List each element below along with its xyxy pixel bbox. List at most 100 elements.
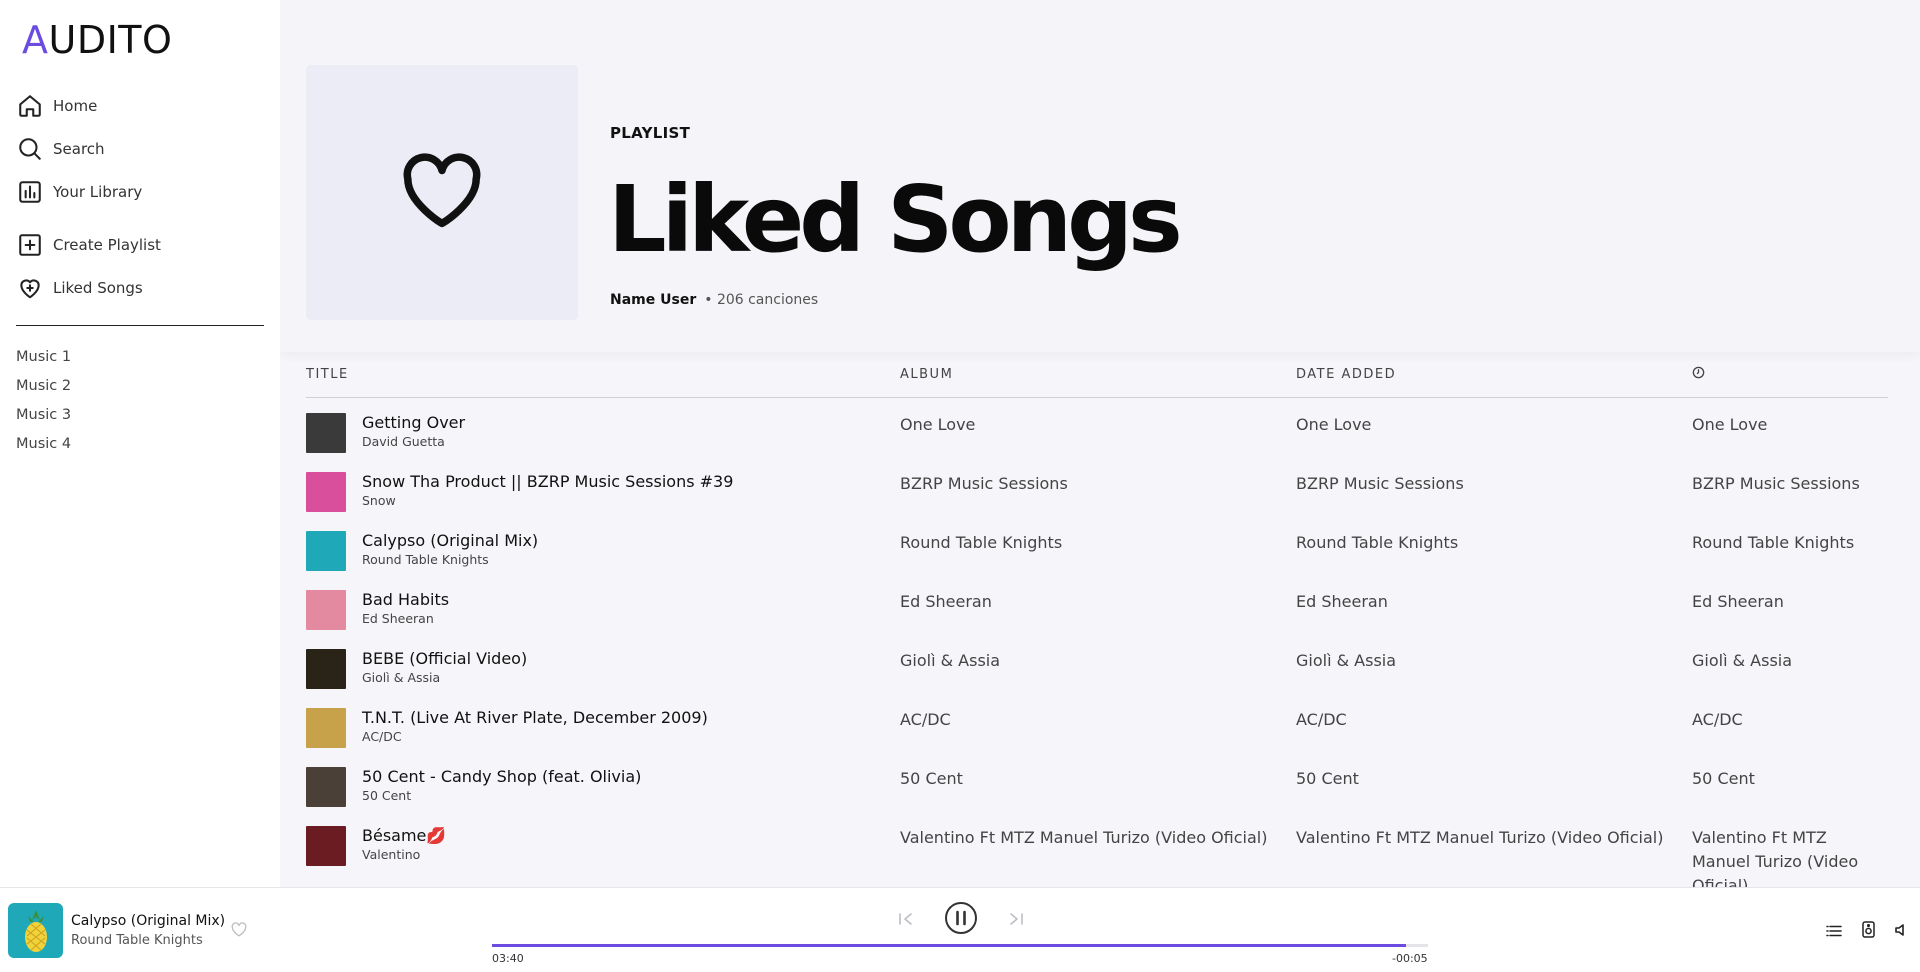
song-duration: Giolì & Assia bbox=[1692, 651, 1793, 670]
device-speaker-icon[interactable] bbox=[1861, 920, 1875, 942]
song-thumbnail[interactable] bbox=[306, 767, 346, 807]
table-row[interactable]: Snow Tha Product || BZRP Music Sessions … bbox=[306, 457, 1888, 516]
song-title-cell: Bad Habits Ed Sheeran bbox=[306, 590, 900, 630]
plus-square-icon bbox=[16, 231, 44, 259]
nav-item-library[interactable]: Your Library bbox=[16, 170, 266, 213]
song-album[interactable]: Valentino Ft MTZ Manuel Turizo (Video Of… bbox=[900, 826, 1296, 850]
song-thumbnail[interactable] bbox=[306, 472, 346, 512]
playlist-item[interactable]: Music 2 bbox=[16, 372, 71, 401]
table-row[interactable]: BEBE (Official Video) Giolì & Assia Giolì … bbox=[306, 634, 1888, 693]
queue-icon[interactable] bbox=[1826, 922, 1842, 941]
song-album[interactable]: Giolì & Assia bbox=[900, 649, 1296, 673]
table-row[interactable]: Calypso (Original Mix) Round Table Knight… bbox=[306, 516, 1888, 575]
nav-item-home[interactable]: Home bbox=[16, 84, 266, 127]
song-album[interactable]: 50 Cent bbox=[900, 767, 1296, 791]
liked-songs-button[interactable]: Liked Songs bbox=[16, 266, 266, 309]
app-logo[interactable]: AUDITO bbox=[22, 18, 172, 62]
song-title-cell: 50 Cent - Candy Shop (feat. Olivia) 50 Ce… bbox=[306, 767, 900, 807]
heart-icon bbox=[401, 152, 483, 233]
table-row[interactable]: Getting Over David Guetta One Love One Love… bbox=[306, 398, 1888, 457]
table-header: TITLE ALBUM DATE ADDED bbox=[306, 352, 1888, 398]
volume-icon[interactable] bbox=[1894, 922, 1908, 941]
song-thumbnail[interactable] bbox=[306, 708, 346, 748]
table-row[interactable]: Bad Habits Ed Sheeran Ed Sheeran Ed Sheeran… bbox=[306, 575, 1888, 634]
song-artist[interactable]: Valentino bbox=[362, 846, 446, 864]
song-duration: Valentino Ft MTZ Manuel Turizo (Video Of… bbox=[1692, 828, 1859, 887]
progress-bar[interactable] bbox=[492, 944, 1428, 947]
song-date-added: Ed Sheeran bbox=[1296, 592, 1388, 611]
playlist-owner[interactable]: Name User bbox=[610, 292, 696, 308]
pause-icon[interactable] bbox=[944, 901, 978, 939]
song-date-added: One Love bbox=[1296, 415, 1372, 434]
playlist-item[interactable]: Music 3 bbox=[16, 401, 71, 430]
song-artist[interactable]: 50 Cent bbox=[362, 787, 641, 805]
song-title[interactable]: BEBE (Official Video) bbox=[362, 649, 527, 669]
song-artist[interactable]: Snow bbox=[362, 492, 733, 510]
song-date-added: Giolì & Assia bbox=[1296, 651, 1397, 670]
song-title[interactable]: Getting Over bbox=[362, 413, 465, 433]
song-title[interactable]: Calypso (Original Mix) bbox=[362, 531, 538, 551]
column-title[interactable]: TITLE bbox=[306, 367, 900, 382]
playlist-item[interactable]: Music 4 bbox=[16, 430, 71, 459]
playback-controls bbox=[898, 902, 1024, 938]
song-title[interactable]: 50 Cent - Candy Shop (feat. Olivia) bbox=[362, 767, 641, 787]
song-text: 50 Cent - Candy Shop (feat. Olivia) 50 Ce… bbox=[362, 767, 641, 805]
song-title-cell: BEBE (Official Video) Giolì & Assia bbox=[306, 649, 900, 689]
song-title[interactable]: Bad Habits bbox=[362, 590, 449, 610]
song-artist[interactable]: David Guetta bbox=[362, 433, 465, 451]
next-track-icon[interactable] bbox=[1008, 911, 1024, 930]
home-icon bbox=[16, 92, 44, 120]
song-artist[interactable]: Giolì & Assia bbox=[362, 669, 527, 687]
nav-search-label: Search bbox=[53, 139, 105, 158]
song-thumbnail[interactable] bbox=[306, 531, 346, 571]
song-thumbnail[interactable] bbox=[306, 649, 346, 689]
search-icon bbox=[16, 135, 44, 163]
sidebar-divider bbox=[16, 325, 264, 326]
create-playlist-button[interactable]: Create Playlist bbox=[16, 223, 266, 266]
song-album[interactable]: One Love bbox=[900, 413, 1296, 437]
previous-track-icon[interactable] bbox=[898, 911, 914, 930]
song-artist[interactable]: AC/DC bbox=[362, 728, 708, 746]
remaining-time: -00:05 bbox=[1392, 952, 1428, 965]
song-duration: Ed Sheeran bbox=[1692, 592, 1784, 611]
song-artist[interactable]: Ed Sheeran bbox=[362, 610, 449, 628]
elapsed-time: 03:40 bbox=[492, 952, 524, 965]
song-text: Snow Tha Product || BZRP Music Sessions … bbox=[362, 472, 733, 510]
song-title-cell: Snow Tha Product || BZRP Music Sessions … bbox=[306, 472, 900, 512]
song-artist[interactable]: Round Table Knights bbox=[362, 551, 538, 569]
song-thumbnail[interactable] bbox=[306, 826, 346, 866]
now-playing-artist[interactable]: Round Table Knights bbox=[71, 933, 203, 948]
song-album[interactable]: Ed Sheeran bbox=[900, 590, 1296, 614]
song-title[interactable]: T.N.T. (Live At River Plate, December 20… bbox=[362, 708, 708, 728]
column-album[interactable]: ALBUM bbox=[900, 367, 1296, 382]
extra-controls bbox=[1826, 920, 1908, 942]
song-thumbnail[interactable] bbox=[306, 590, 346, 630]
table-row[interactable]: T.N.T. (Live At River Plate, December 20… bbox=[306, 693, 1888, 752]
now-playing-title[interactable]: Calypso (Original Mix) bbox=[71, 913, 225, 929]
table-row[interactable]: 50 Cent - Candy Shop (feat. Olivia) 50 Ce… bbox=[306, 752, 1888, 811]
pineapple-artwork bbox=[24, 909, 47, 952]
table-row[interactable]: Bésame💋 Valentino Valentino Ft MTZ Manuel … bbox=[306, 811, 1888, 887]
like-heart-icon[interactable] bbox=[231, 922, 249, 940]
now-playing-artwork[interactable] bbox=[8, 903, 63, 958]
song-album[interactable]: Round Table Knights bbox=[900, 531, 1296, 555]
song-thumbnail[interactable] bbox=[306, 413, 346, 453]
song-album[interactable]: BZRP Music Sessions bbox=[900, 472, 1296, 496]
song-title-cell: T.N.T. (Live At River Plate, December 20… bbox=[306, 708, 900, 748]
song-title[interactable]: Bésame💋 bbox=[362, 826, 446, 846]
column-date-added[interactable]: DATE ADDED bbox=[1296, 367, 1692, 382]
playlist-item[interactable]: Music 1 bbox=[16, 343, 71, 372]
table-body: Getting Over David Guetta One Love One Love… bbox=[306, 398, 1888, 887]
clock-icon bbox=[1692, 366, 1705, 383]
song-date-added: Valentino Ft MTZ Manuel Turizo (Video Of… bbox=[1296, 828, 1664, 847]
song-title[interactable]: Snow Tha Product || BZRP Music Sessions … bbox=[362, 472, 733, 492]
playlist-header: PLAYLIST Liked Songs Name User • 206 canc… bbox=[280, 0, 1920, 352]
song-album[interactable]: AC/DC bbox=[900, 708, 1296, 732]
column-duration[interactable] bbox=[1692, 366, 1888, 383]
song-text: Bésame💋 Valentino bbox=[362, 826, 446, 864]
song-count: • 206 canciones bbox=[704, 292, 819, 308]
song-date-added: AC/DC bbox=[1296, 710, 1347, 729]
nav-item-search[interactable]: Search bbox=[16, 127, 266, 170]
nav-library-label: Your Library bbox=[53, 182, 143, 201]
song-text: Calypso (Original Mix) Round Table Knight… bbox=[362, 531, 538, 569]
